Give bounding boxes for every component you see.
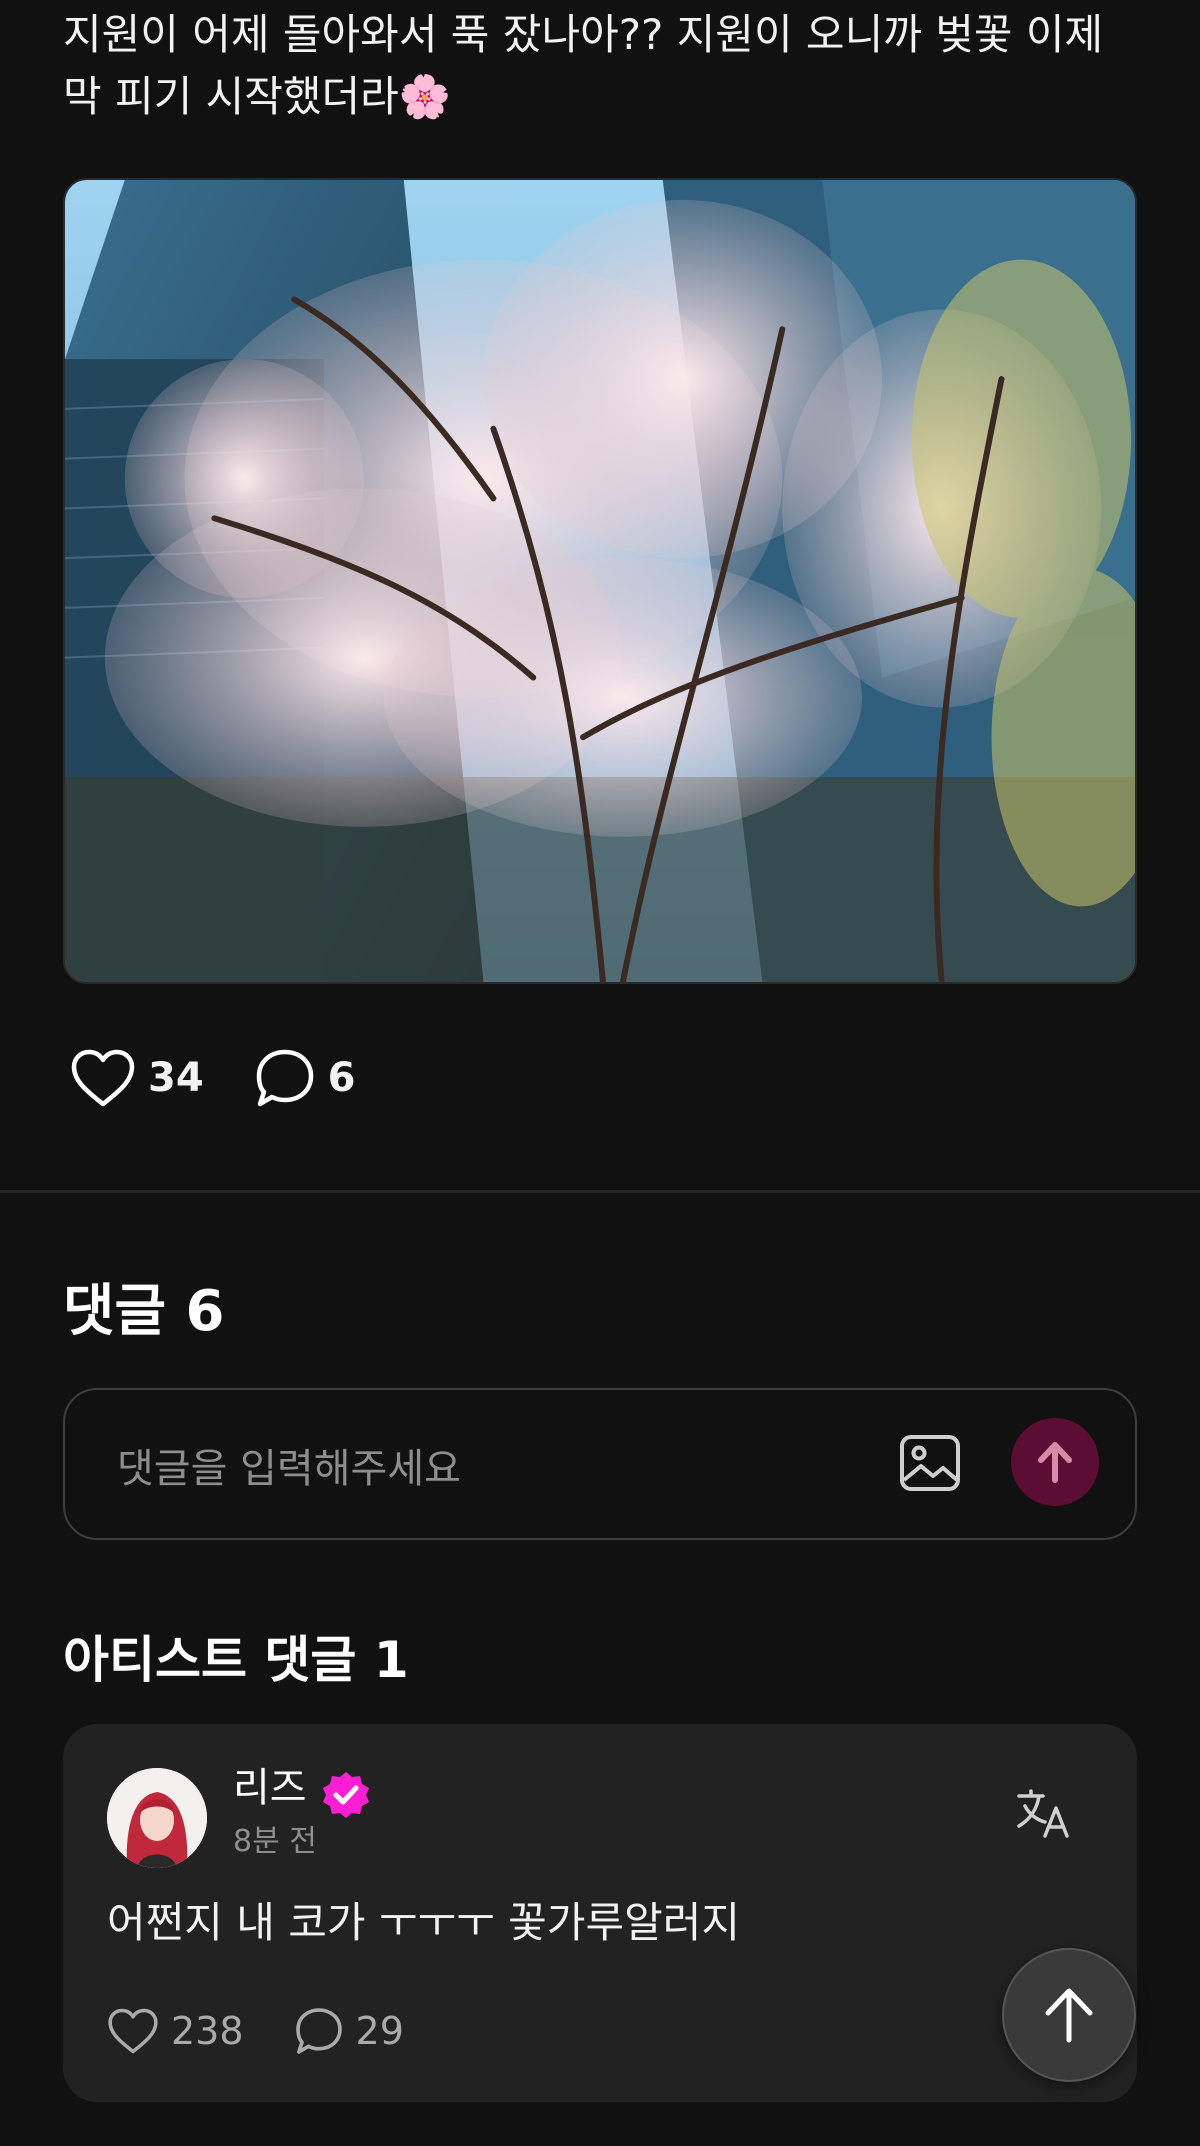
- image-icon: [900, 1435, 960, 1491]
- comment-text: 어쩐지 내 코가 ㅜㅜㅜ 꽃가루알러지: [107, 1898, 741, 1947]
- heart-icon: [108, 2008, 158, 2054]
- section-divider: [0, 1190, 1200, 1193]
- like-button[interactable]: 34: [70, 1048, 204, 1108]
- avatar[interactable]: [107, 1768, 207, 1868]
- profile-photo-icon: [107, 1768, 207, 1868]
- arrow-up-icon: [1045, 1988, 1093, 2043]
- post-text: 지원이 어제 돌아와서 푹 잤나아?? 지원이 오니까 벚꽃 이제 막 피기 시…: [63, 10, 1104, 121]
- artist-name[interactable]: 리즈: [233, 1762, 307, 1814]
- comment-input[interactable]: 댓글을 입력해주세요: [117, 1436, 461, 1494]
- attach-image-button[interactable]: [899, 1434, 961, 1492]
- cherry-blossom-photo: [65, 180, 1135, 982]
- comment-reply-count: 29: [355, 2009, 404, 2053]
- comment-reply-button[interactable]: 29: [294, 2006, 404, 2056]
- comment-bubble-icon: [256, 1049, 313, 1107]
- send-button[interactable]: [1011, 1418, 1099, 1506]
- comment-count: 6: [327, 1055, 356, 1101]
- verified-check-icon: [323, 1772, 369, 1818]
- post-actions: 34 6: [70, 1046, 406, 1110]
- like-count: 34: [148, 1055, 204, 1101]
- scroll-to-top-button[interactable]: [1002, 1948, 1136, 2082]
- comment-like-count: 238: [171, 2009, 244, 2053]
- arrow-up-icon: [1038, 1442, 1072, 1483]
- comment-button[interactable]: 6: [254, 1047, 356, 1109]
- comment-time: 8분 전: [233, 1824, 317, 1859]
- artist-comment-card: 리즈 8분 전 어쩐지 내 코가 ㅜㅜㅜ 꽃가루알러지 238 29: [63, 1724, 1137, 2102]
- translate-icon: [1017, 1789, 1069, 1838]
- verified-badge: [321, 1770, 371, 1820]
- comment-like-button[interactable]: 238: [107, 2007, 244, 2055]
- comments-heading: 댓글 6: [63, 1279, 225, 1344]
- comment-bubble-icon: [295, 2008, 342, 2054]
- translate-button[interactable]: [1015, 1788, 1071, 1840]
- comment-input-box[interactable]: 댓글을 입력해주세요: [63, 1388, 1137, 1540]
- artist-comments-heading: 아티스트 댓글 1: [63, 1631, 409, 1689]
- post-photo[interactable]: [63, 178, 1137, 984]
- heart-icon: [71, 1049, 135, 1107]
- comment-actions: 238 29: [107, 2006, 454, 2056]
